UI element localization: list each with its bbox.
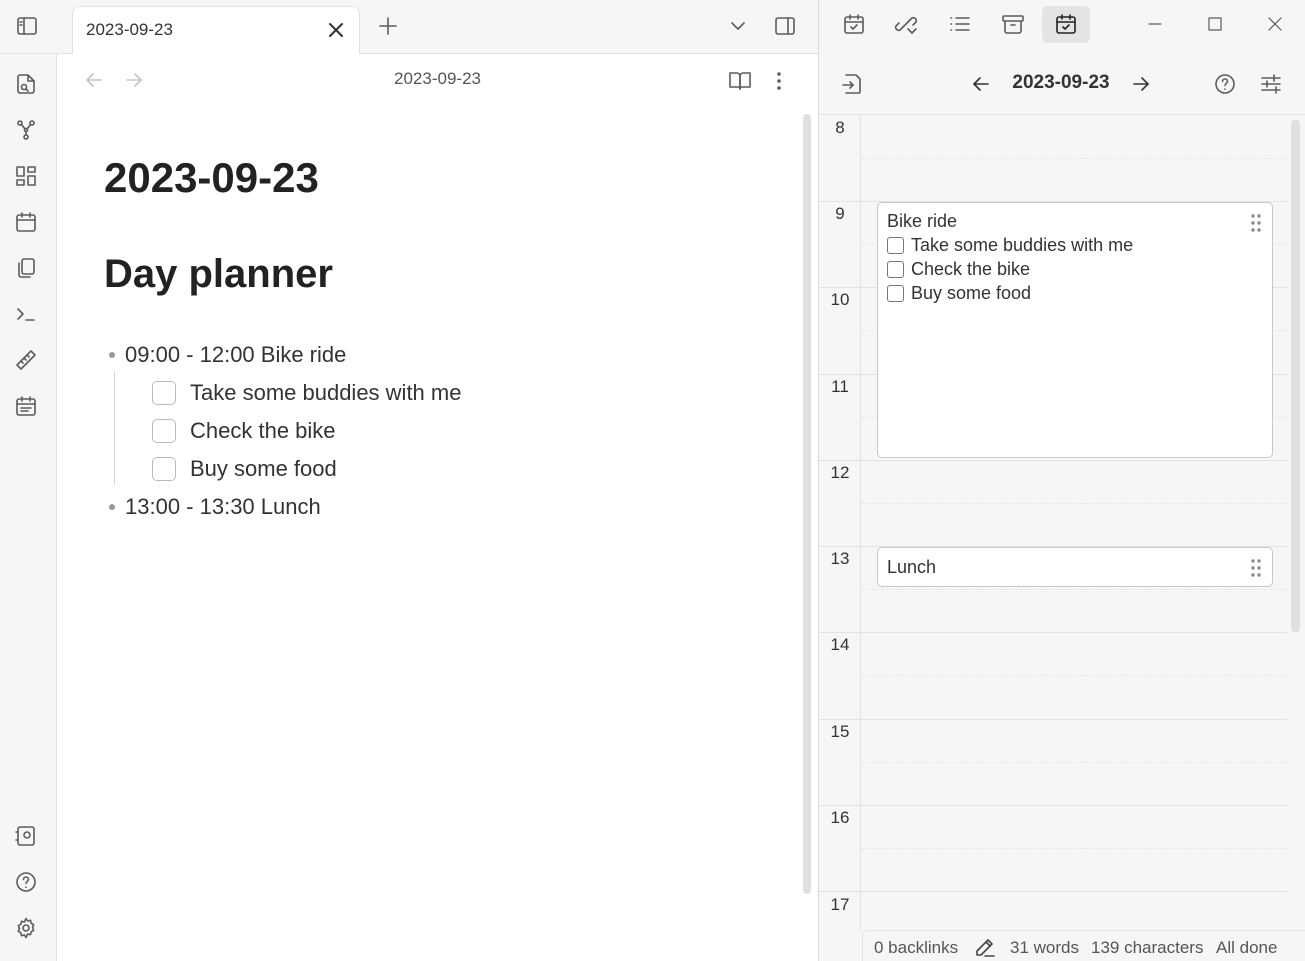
sidebar-toggle-icon[interactable]: [13, 12, 41, 40]
event-task-text: Buy some food: [911, 283, 1032, 303]
task-item[interactable]: Check the bike: [152, 418, 336, 444]
task-text: Take some buddies with me: [190, 380, 462, 405]
bullet-icon: [109, 504, 115, 510]
maximize-window-icon[interactable]: [1201, 10, 1229, 38]
view-header-title[interactable]: 2023-09-23: [57, 69, 818, 89]
task-text: Check the bike: [190, 418, 336, 443]
list-item-text: 09:00 - 12:00 Bike ride: [125, 342, 347, 367]
status-backlinks[interactable]: 0 backlinks: [874, 938, 958, 958]
open-quick-switcher-icon[interactable]: [13, 71, 39, 97]
close-window-icon[interactable]: [1261, 10, 1289, 38]
note-title[interactable]: 2023-09-23: [104, 154, 319, 202]
vault-icon[interactable]: [13, 823, 39, 849]
hour-label: 16: [830, 808, 850, 827]
task-checkbox[interactable]: [152, 419, 176, 443]
task-item[interactable]: Buy some food: [152, 456, 337, 482]
event-task-text: Take some buddies with me: [911, 235, 1134, 255]
list-item[interactable]: 09:00 - 12:00 Bike ride: [109, 342, 347, 368]
help-circle-icon[interactable]: [1211, 70, 1239, 98]
task-text: Buy some food: [190, 456, 337, 481]
more-options-icon[interactable]: [767, 67, 791, 95]
status-word-count: 31 words: [1010, 938, 1079, 957]
hour-label: 15: [830, 722, 850, 741]
planner-date: 2023-09-23: [1012, 72, 1110, 93]
task-item[interactable]: Take some buddies with me: [152, 380, 461, 406]
previous-day-arrow-icon[interactable]: [967, 70, 995, 98]
day-planner-pane: 2023-09-23 8 9 10 11 12 13 14 15 16 17 B…: [819, 0, 1305, 961]
hour-label: 8: [835, 118, 845, 137]
hour-label: 10: [830, 290, 850, 309]
hour-label: 11: [831, 377, 849, 396]
daily-note-icon[interactable]: [13, 209, 39, 235]
task-checkbox[interactable]: [152, 381, 176, 405]
event-task[interactable]: Buy some food: [887, 283, 1031, 304]
new-tab-icon[interactable]: [374, 12, 402, 40]
edit-pencil-icon[interactable]: [973, 935, 997, 959]
drag-handle-icon[interactable]: [1250, 213, 1262, 233]
indent-guide: [114, 371, 115, 485]
hour-label: 9: [835, 204, 845, 223]
close-tab-icon[interactable]: [323, 17, 349, 43]
list-item[interactable]: 13:00 - 13:30 Lunch: [109, 494, 321, 520]
calendar-check-icon[interactable]: [840, 10, 868, 38]
outgoing-links-icon[interactable]: [892, 10, 920, 38]
day-planner-icon[interactable]: [13, 393, 39, 419]
graph-view-icon[interactable]: [13, 117, 39, 143]
tab-list-chevron-down-icon[interactable]: [724, 12, 752, 40]
task-checkbox[interactable]: [152, 457, 176, 481]
event-title: Bike ride: [887, 211, 958, 231]
templates-icon[interactable]: [13, 255, 39, 281]
hour-label: 14: [830, 635, 850, 654]
canvas-icon[interactable]: [13, 163, 39, 189]
day-planner-timeline-icon[interactable]: [1052, 10, 1080, 38]
event-task-checkbox[interactable]: [887, 261, 904, 278]
archive-icon[interactable]: [999, 10, 1027, 38]
settings-icon[interactable]: [13, 915, 39, 941]
next-day-arrow-icon[interactable]: [1127, 70, 1155, 98]
drag-handle-icon[interactable]: [1250, 558, 1262, 578]
left-ribbon: [0, 54, 57, 961]
hour-label: 17: [830, 895, 850, 914]
event-task[interactable]: Check the bike: [887, 259, 1030, 280]
event-task-text: Check the bike: [911, 259, 1031, 279]
right-sidebar-toggle-icon[interactable]: [771, 12, 799, 40]
status-bar: 0 backlinks 31 words 139 characters All …: [862, 930, 1305, 961]
hour-label: 12: [830, 463, 850, 482]
list-item-text: 13:00 - 13:30 Lunch: [125, 494, 321, 519]
status-sync[interactable]: All done: [1216, 938, 1277, 958]
minimize-window-icon[interactable]: [1141, 10, 1169, 38]
timeline-scrollbar[interactable]: [1291, 120, 1300, 632]
heading-day-planner[interactable]: Day planner: [104, 252, 333, 297]
event-title: Lunch: [887, 557, 937, 577]
ruler-icon[interactable]: [13, 347, 39, 373]
status-character-count: 139 characters: [1091, 938, 1204, 957]
event-task-checkbox[interactable]: [887, 237, 904, 254]
command-palette-icon[interactable]: [13, 301, 39, 327]
event-task[interactable]: Take some buddies with me: [887, 235, 1133, 256]
settings-sliders-icon[interactable]: [1257, 70, 1285, 98]
reading-view-book-icon[interactable]: [726, 67, 754, 95]
editor-scrollbar[interactable]: [803, 114, 811, 894]
tab-daily-note[interactable]: 2023-09-23: [72, 6, 360, 54]
tab-title: 2023-09-23: [86, 20, 173, 39]
hour-label: 13: [830, 549, 850, 568]
open-today-note-icon[interactable]: [838, 70, 866, 98]
editor-pane: 2023-09-23 2023-09-23 Day planner 09:00 …: [57, 54, 818, 961]
bullet-icon: [109, 352, 115, 358]
event-task-checkbox[interactable]: [887, 285, 904, 302]
planner-event[interactable]: Lunch: [877, 547, 1273, 587]
outline-list-icon[interactable]: [946, 10, 974, 38]
help-icon[interactable]: [13, 869, 39, 895]
planner-event[interactable]: Bike ride Take some buddies with me Chec…: [877, 202, 1273, 458]
